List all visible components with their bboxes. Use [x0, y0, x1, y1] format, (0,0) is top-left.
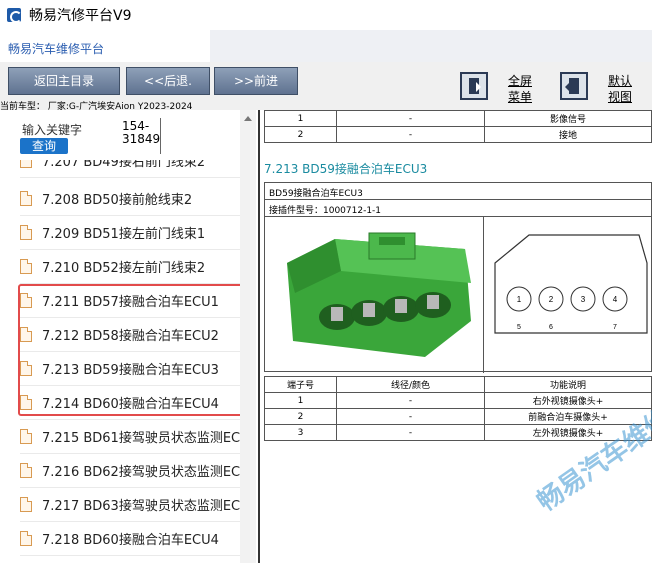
document-icon — [20, 463, 32, 478]
title-bar: 畅易汽修平台V9 — [0, 0, 652, 30]
toc-panel: 输入关键字 查询 154- 31849 7.207 BD49接右前门线束2 7.… — [0, 110, 256, 563]
pin-function-table: 端子号 线径/颜色 功能说明 1 - 右外视镜摄像头+ 2 - 前融合泊车摄像头… — [264, 376, 652, 441]
document-icon — [20, 259, 32, 274]
keyword-input[interactable]: 输入关键字 — [22, 121, 82, 138]
document-icon — [20, 160, 32, 168]
section-title: 7.213 BD59接融合泊车ECU3 — [264, 162, 428, 176]
document-viewer: 1 - 影像信号 2 - 接地 7.213 BD59接融合泊车ECU3 BD59… — [257, 110, 652, 563]
pin-6-label: 6 — [549, 324, 553, 331]
fullscreen-menu-label[interactable]: 全屏 菜单 — [500, 74, 540, 104]
top-pin-table: 1 - 影像信号 2 - 接地 — [264, 110, 652, 143]
page-number: 154- 31849 — [122, 119, 161, 146]
search-area: 输入关键字 查询 154- 31849 — [0, 110, 240, 160]
connector-part-number: 接插件型号：1000712-1-1 — [265, 200, 652, 217]
document-icon — [20, 531, 32, 546]
scroll-up-icon[interactable] — [244, 116, 252, 121]
list-item[interactable]: 7.216 BD62接驾驶员状态监测ECU — [20, 454, 240, 488]
tab-main[interactable]: 畅易汽车维修平台 — [0, 30, 210, 62]
tab-bar: 畅易汽车维修平台 — [0, 30, 652, 62]
pin-7-label: 7 — [613, 324, 617, 331]
toc-scrollbar[interactable] — [240, 110, 256, 563]
connector-photo — [287, 232, 471, 357]
back-button[interactable]: <<后退. — [126, 67, 210, 95]
fullscreen-menu-icon[interactable] — [460, 72, 488, 100]
table-header-row: 端子号 线径/颜色 功能说明 — [264, 376, 652, 393]
document-icon — [20, 191, 32, 206]
document-icon — [20, 225, 32, 240]
table-row: 2 - 接地 — [264, 126, 652, 143]
list-item[interactable]: 7.215 BD61接驾驶员状态监测ECU — [20, 420, 240, 454]
table-row: 3 - 左外视镜摄像头+ — [264, 424, 652, 441]
list-item[interactable]: 7.210 BD52接左前门线束2 — [20, 250, 240, 284]
connector-box: BD59接融合泊车ECU3 接插件型号：1000712-1-1 1 2 3 4 … — [264, 182, 652, 373]
query-button[interactable]: 查询 — [20, 138, 68, 154]
app-logo-icon — [7, 8, 22, 23]
forward-button[interactable]: >>前进 — [214, 67, 298, 95]
window-title: 畅易汽修平台V9 — [29, 8, 132, 24]
pin-3-label: 3 — [581, 295, 586, 304]
table-row: 2 - 前融合泊车摄像头+ — [264, 408, 652, 425]
list-item[interactable]: 7.209 BD51接左前门线束1 — [20, 216, 240, 250]
list-item[interactable]: 7.207 BD49接右前门线束2 — [20, 160, 240, 178]
list-item[interactable]: 7.217 BD63接驾驶员状态监测ECU — [20, 488, 240, 522]
list-item[interactable]: 7.218 BD60接融合泊车ECU4 — [20, 522, 240, 556]
pin-2-label: 2 — [549, 295, 554, 304]
document-icon — [20, 497, 32, 512]
panel-divider[interactable] — [258, 110, 260, 563]
default-view-icon[interactable] — [560, 72, 588, 100]
pin-5-label: 5 — [517, 324, 521, 331]
table-row: 1 - 右外视镜摄像头+ — [264, 392, 652, 409]
connector-name: BD59接融合泊车ECU3 — [265, 183, 652, 200]
document-icon — [20, 429, 32, 444]
table-row: 1 - 影像信号 — [264, 110, 652, 127]
connector-pinout-diagram: 1 2 3 4 5 6 7 — [494, 234, 648, 334]
back-to-main-button[interactable]: 返回主目录 — [8, 67, 120, 95]
pin-1-label: 1 — [517, 295, 522, 304]
pin-4-label: 4 — [613, 295, 618, 304]
list-item[interactable]: 7.208 BD50接前舱线束2 — [20, 182, 240, 216]
default-view-label[interactable]: 默认 视图 — [600, 74, 640, 104]
selection-highlight — [18, 284, 255, 416]
